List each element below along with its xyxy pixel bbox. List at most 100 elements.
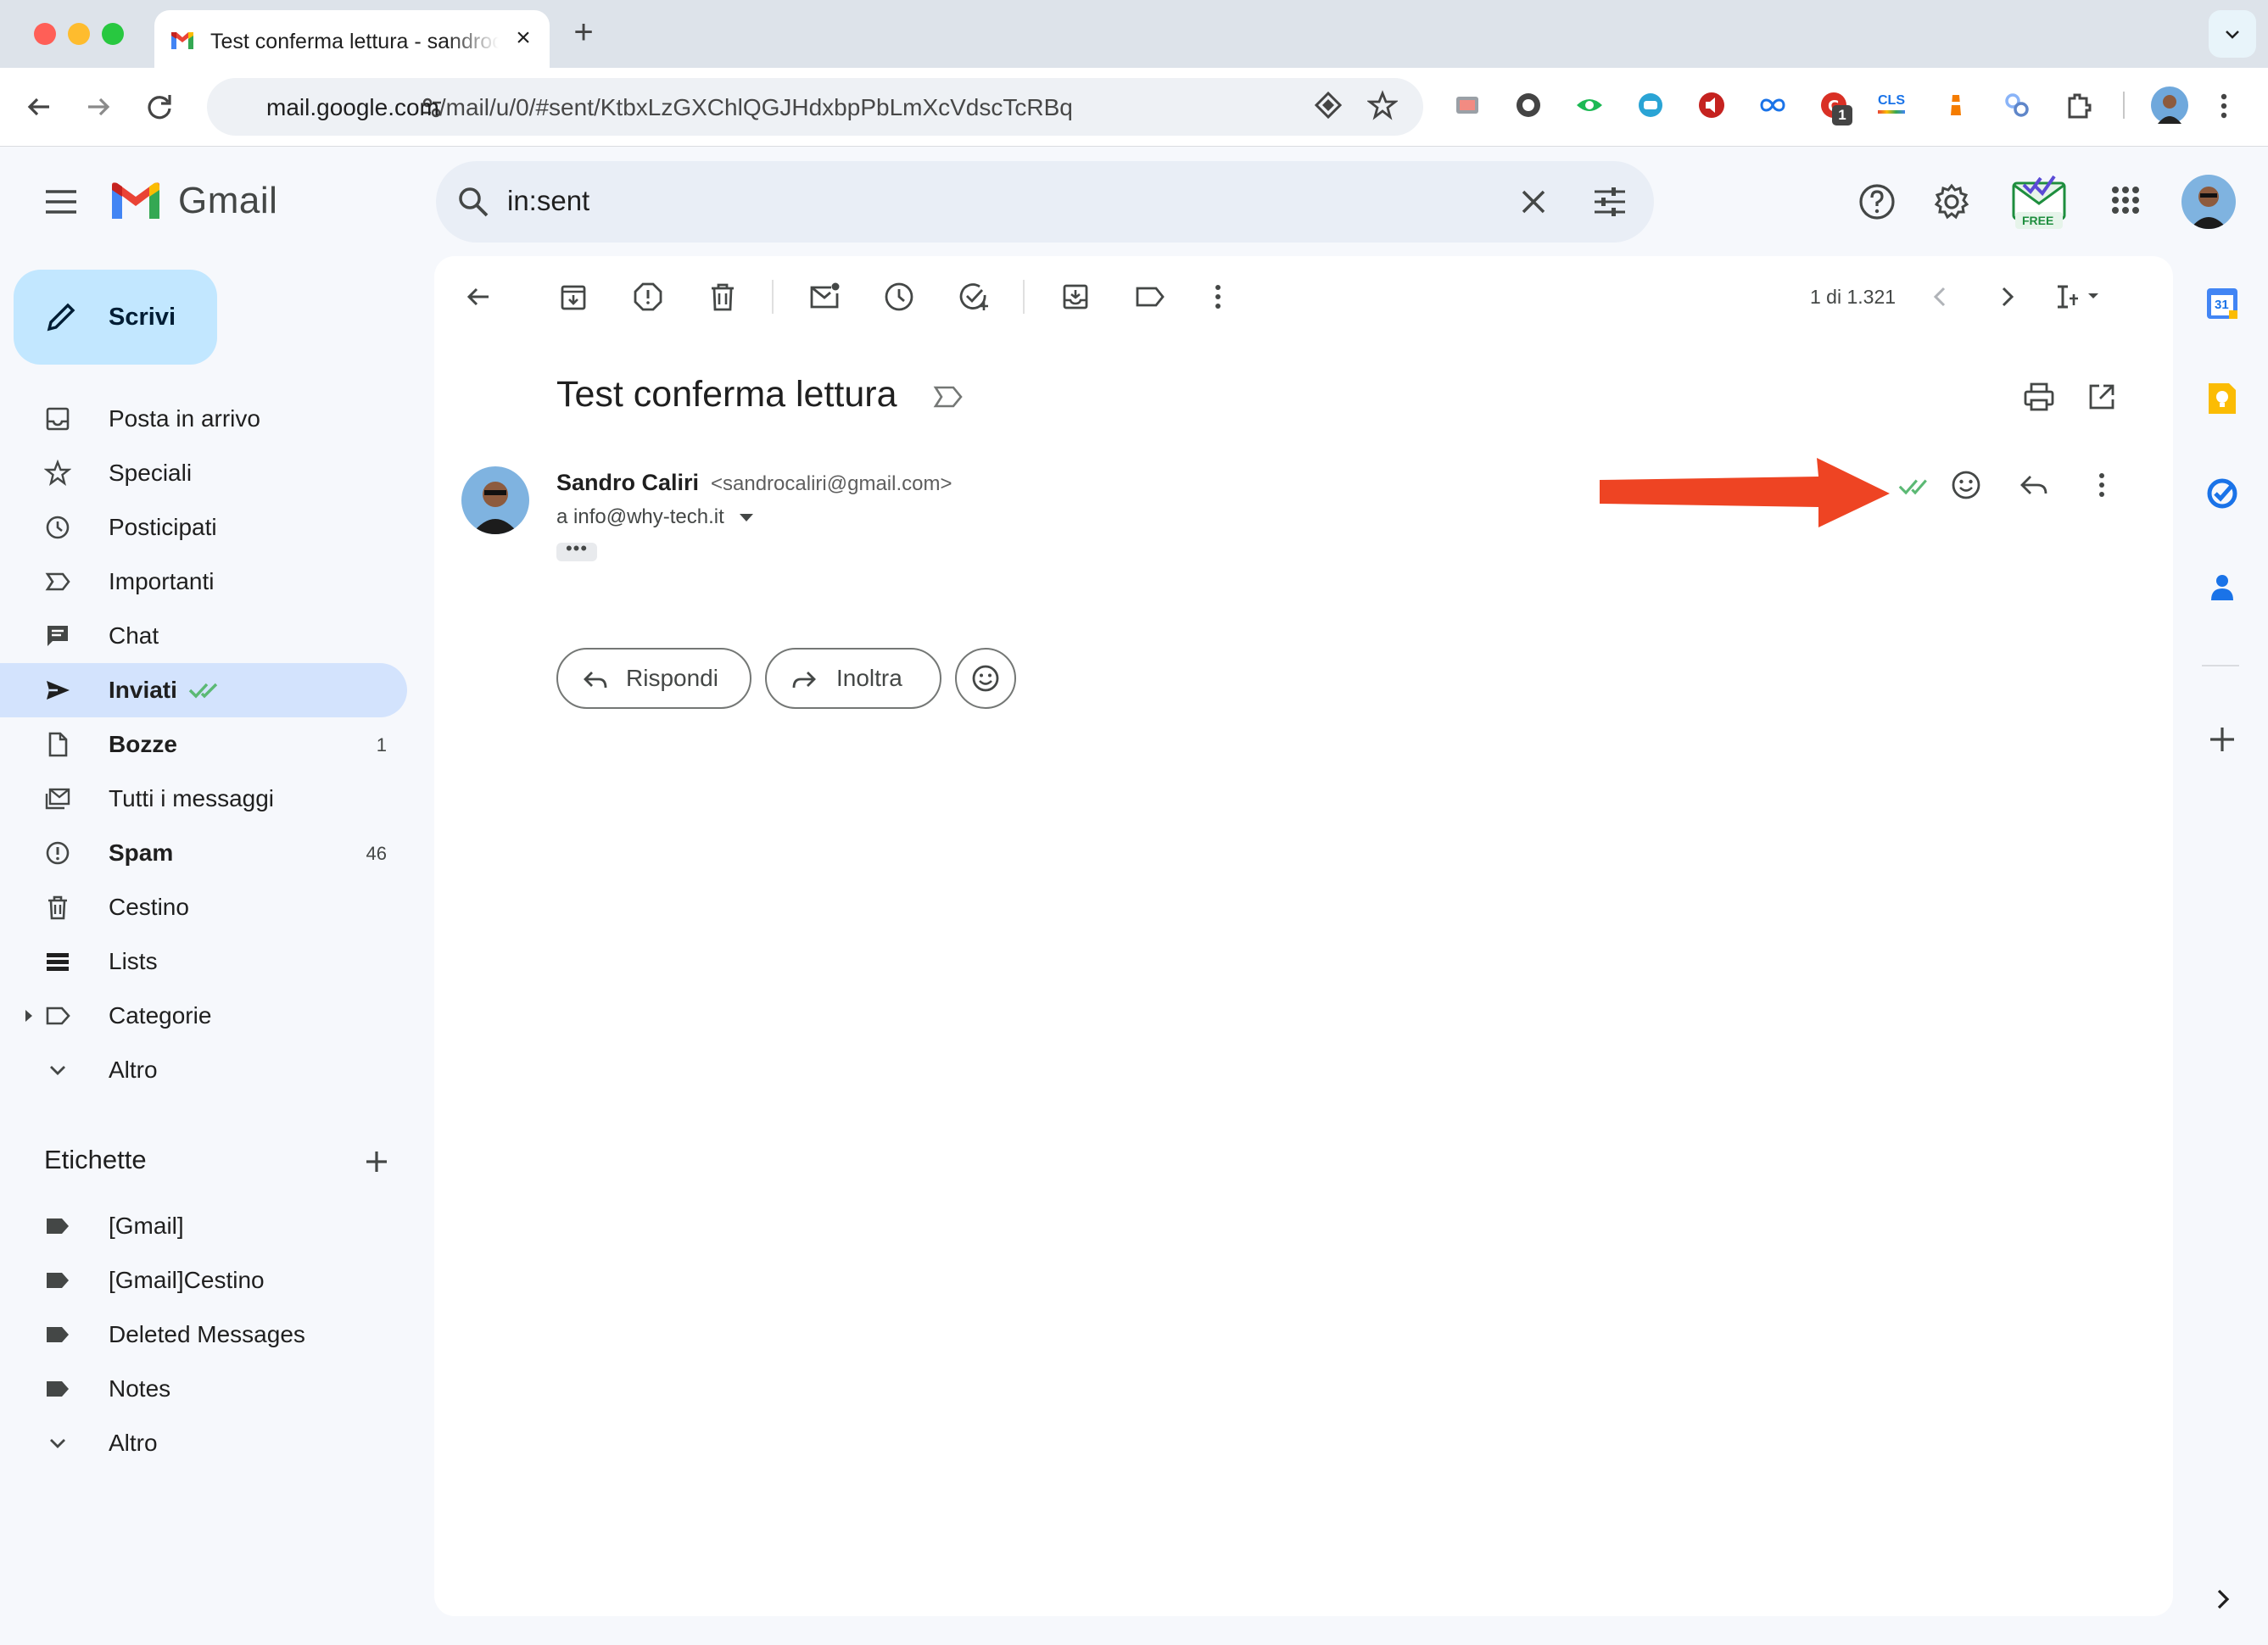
sidebar-item-categories[interactable]: Categorie (0, 989, 407, 1043)
mailtrack-extension-button[interactable]: FREE (2010, 170, 2068, 231)
add-reaction-icon[interactable] (1949, 468, 1983, 502)
smiley-icon (972, 665, 999, 692)
archive-icon[interactable] (556, 280, 590, 314)
cls-extension-icon[interactable]: CLS (1878, 93, 1905, 109)
infinity-extension-icon[interactable] (1757, 90, 1788, 120)
more-actions-icon[interactable] (1201, 280, 1235, 314)
calendar-app-button[interactable]: 31 (2204, 285, 2241, 322)
window-zoom-button[interactable] (102, 23, 124, 45)
window-close-button[interactable] (34, 23, 56, 45)
eye-extension-icon[interactable] (1574, 90, 1605, 120)
label-item-deleted-messages[interactable]: Deleted Messages (0, 1308, 407, 1362)
sidebar-item-label: Cestino (109, 894, 189, 920)
search-input[interactable]: in:sent (507, 185, 589, 217)
important-marker-icon[interactable] (933, 383, 964, 410)
sidebar-item-snoozed[interactable]: Posticipati (0, 500, 407, 555)
reload-icon[interactable] (141, 88, 178, 125)
report-spam-icon[interactable] (631, 280, 665, 314)
emoji-reaction-button[interactable] (955, 648, 1016, 709)
forward-button[interactable]: Inoltra (765, 648, 941, 709)
expand-caret-icon[interactable] (25, 1010, 32, 1022)
open-in-new-window-icon[interactable] (2085, 380, 2119, 414)
label-as-icon[interactable] (1133, 280, 1167, 314)
settings-gear-icon[interactable] (1932, 182, 1971, 221)
speaker-extension-icon[interactable] (1696, 90, 1727, 120)
label-item-gmail[interactable]: [Gmail] (0, 1199, 407, 1253)
input-tools-icon[interactable] (2053, 280, 2105, 314)
extension-badge: 1 (1832, 105, 1852, 125)
print-icon[interactable] (2022, 380, 2056, 414)
label-item-notes[interactable]: Notes (0, 1362, 407, 1416)
add-label-icon[interactable] (361, 1146, 392, 1177)
main-menu-icon[interactable] (42, 188, 80, 215)
hide-side-panel-chevron-icon[interactable] (2204, 1581, 2241, 1618)
browser-profile-avatar[interactable] (2151, 86, 2188, 124)
address-bar-url[interactable]: mail.google.com/mail/u/0/#sent/KtbxLzGXC… (266, 94, 1073, 121)
cast-extension-icon[interactable] (1452, 90, 1483, 120)
sidebar-item-all-mail[interactable]: Tutti i messaggi (0, 772, 407, 826)
sidebar-item-sent[interactable]: Inviati (0, 663, 407, 717)
older-chevron-icon[interactable] (1990, 280, 2024, 314)
delete-icon[interactable] (706, 280, 740, 314)
tab-search-button[interactable] (2209, 10, 2256, 58)
get-addons-plus-icon[interactable] (2204, 721, 2241, 758)
label-item-gmail-cestino[interactable]: [Gmail]Cestino (0, 1253, 407, 1308)
tasks-icon[interactable] (2204, 475, 2241, 512)
link-extension-icon[interactable] (2002, 90, 2032, 120)
sidebar-item-more[interactable]: Altro (0, 1043, 407, 1097)
show-trimmed-content-button[interactable]: ••• (556, 539, 597, 561)
move-to-icon[interactable] (1059, 280, 1092, 314)
chat-extension-icon[interactable] (1513, 90, 1544, 120)
browser-menu-icon[interactable] (2217, 92, 2231, 120)
sidebar-item-drafts[interactable]: Bozze 1 (0, 717, 407, 772)
reply-arrow-icon[interactable] (2017, 468, 2051, 502)
search-options-icon[interactable] (1591, 183, 1628, 220)
help-icon[interactable] (1857, 182, 1897, 221)
search-icon[interactable] (455, 183, 492, 220)
bookmark-star-icon[interactable] (1367, 90, 1398, 120)
browser-tab-active[interactable]: Test conferma lettura - sandrocaliri@gma… (154, 10, 550, 68)
label-tag-icon (47, 1218, 69, 1234)
message-view-panel (434, 256, 2173, 1616)
double-check-icon (188, 683, 218, 699)
keep-notes-icon[interactable] (2204, 380, 2241, 417)
window-minimize-button[interactable] (68, 23, 90, 45)
google-apps-icon[interactable] (2110, 185, 2141, 215)
sidebar-item-trash[interactable]: Cestino (0, 880, 407, 934)
newer-chevron-icon[interactable] (1924, 280, 1958, 314)
sidebar-item-lists[interactable]: Lists (0, 934, 407, 989)
message-more-icon[interactable] (2085, 468, 2119, 502)
sender-name[interactable]: Sandro Caliri (556, 470, 699, 496)
sidebar-item-spam[interactable]: Spam 46 (0, 826, 407, 880)
back-to-list-icon[interactable] (461, 280, 495, 314)
compose-button[interactable]: Scrivi (14, 270, 217, 365)
mark-unread-icon[interactable] (807, 280, 841, 314)
sidebar-item-label: Categorie (109, 1002, 212, 1029)
add-to-tasks-icon[interactable] (957, 280, 991, 314)
search-bar[interactable] (436, 161, 1654, 243)
contacts-icon[interactable] (2204, 570, 2241, 607)
forward-arrow-icon[interactable] (80, 88, 117, 125)
clear-search-icon[interactable] (1515, 183, 1552, 220)
gmail-logo-icon[interactable] (109, 180, 163, 222)
sender-avatar[interactable] (461, 466, 529, 534)
read-receipt-check-icon[interactable] (1898, 468, 1932, 502)
lens-icon[interactable] (1313, 90, 1343, 120)
sidebar-item-inbox[interactable]: Posta in arrivo (0, 392, 407, 446)
back-arrow-icon[interactable] (20, 88, 58, 125)
sidebar-item-chat[interactable]: Chat (0, 609, 407, 663)
account-avatar[interactable] (2181, 175, 2236, 229)
sidebar-item-important[interactable]: Importanti (0, 555, 407, 609)
robot-extension-icon[interactable] (1635, 90, 1666, 120)
lighthouse-extension-icon[interactable] (1941, 90, 1971, 120)
snooze-clock-icon[interactable] (882, 280, 916, 314)
send-icon (47, 681, 70, 700)
sidebar-item-starred[interactable]: Speciali (0, 446, 407, 500)
reply-button[interactable]: Rispondi (556, 648, 751, 709)
tab-close-icon[interactable]: × (511, 25, 536, 51)
puzzle-extensions-icon[interactable] (2063, 90, 2093, 120)
gmail-logo-text[interactable]: Gmail (178, 180, 277, 222)
show-details-caret-icon[interactable] (740, 514, 753, 521)
new-tab-button[interactable]: + (568, 15, 599, 49)
label-item-more[interactable]: Altro (0, 1416, 407, 1470)
